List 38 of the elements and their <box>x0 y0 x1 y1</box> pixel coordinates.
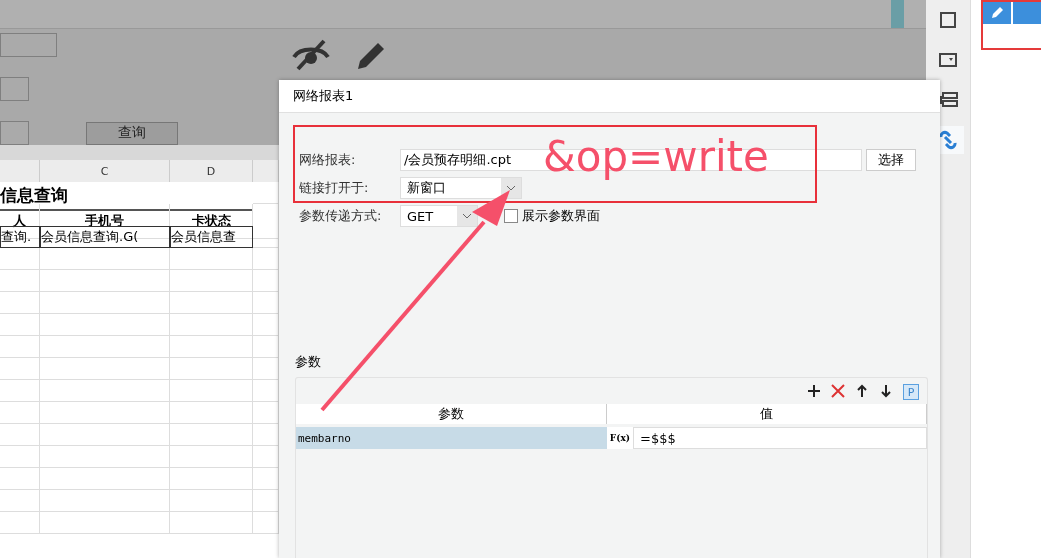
field-label: 参数传递方式: <box>299 207 383 225</box>
square-icon[interactable] <box>938 11 957 29</box>
dropdown-box-icon[interactable] <box>938 53 957 67</box>
column-header: C <box>40 160 170 182</box>
arrow-up-icon[interactable] <box>855 384 869 398</box>
table-cell: 会员信息查 <box>170 226 253 248</box>
plus-icon[interactable] <box>807 384 821 398</box>
formula-button[interactable]: F(x) <box>607 427 633 449</box>
method-dropdown[interactable]: GET <box>400 205 478 227</box>
pencil-icon <box>990 6 1004 20</box>
link-icon[interactable] <box>937 130 958 150</box>
column-header: 参数 <box>296 404 607 424</box>
close-icon[interactable] <box>831 384 845 398</box>
input-field[interactable] <box>0 121 29 145</box>
input-field[interactable] <box>0 33 57 57</box>
checkbox[interactable] <box>504 209 518 223</box>
parameter-name-cell[interactable]: membarno <box>296 427 607 449</box>
dialog-title: 网络报表1 <box>279 80 940 113</box>
field-label: 网络报表: <box>299 151 357 169</box>
table-cell: 查询. <box>0 226 40 248</box>
open-in-dropdown[interactable]: 新窗口 <box>400 177 522 199</box>
checkbox-label: 展示参数界面 <box>522 207 600 225</box>
eye-slash-icon[interactable] <box>292 39 330 71</box>
input-field[interactable] <box>0 77 29 101</box>
parameter-value-field[interactable]: =$$$ <box>633 427 927 449</box>
arrow-down-icon[interactable] <box>879 384 893 398</box>
group-title: 参数 <box>295 353 322 371</box>
sheet-title: 信息查询 <box>0 182 253 211</box>
search-button[interactable]: 查询 <box>86 121 178 145</box>
chevron-down-icon <box>462 213 472 219</box>
column-header: D <box>170 160 253 182</box>
choose-button[interactable]: 选择 <box>866 149 916 171</box>
stack-icon[interactable] <box>937 92 958 108</box>
column-header: 值 <box>607 404 927 424</box>
edit-button[interactable] <box>983 2 1011 24</box>
scrollbar[interactable] <box>890 0 904 28</box>
field-label: 链接打开于: <box>299 179 370 197</box>
table-cell: 会员信息查询.G( <box>40 226 170 248</box>
